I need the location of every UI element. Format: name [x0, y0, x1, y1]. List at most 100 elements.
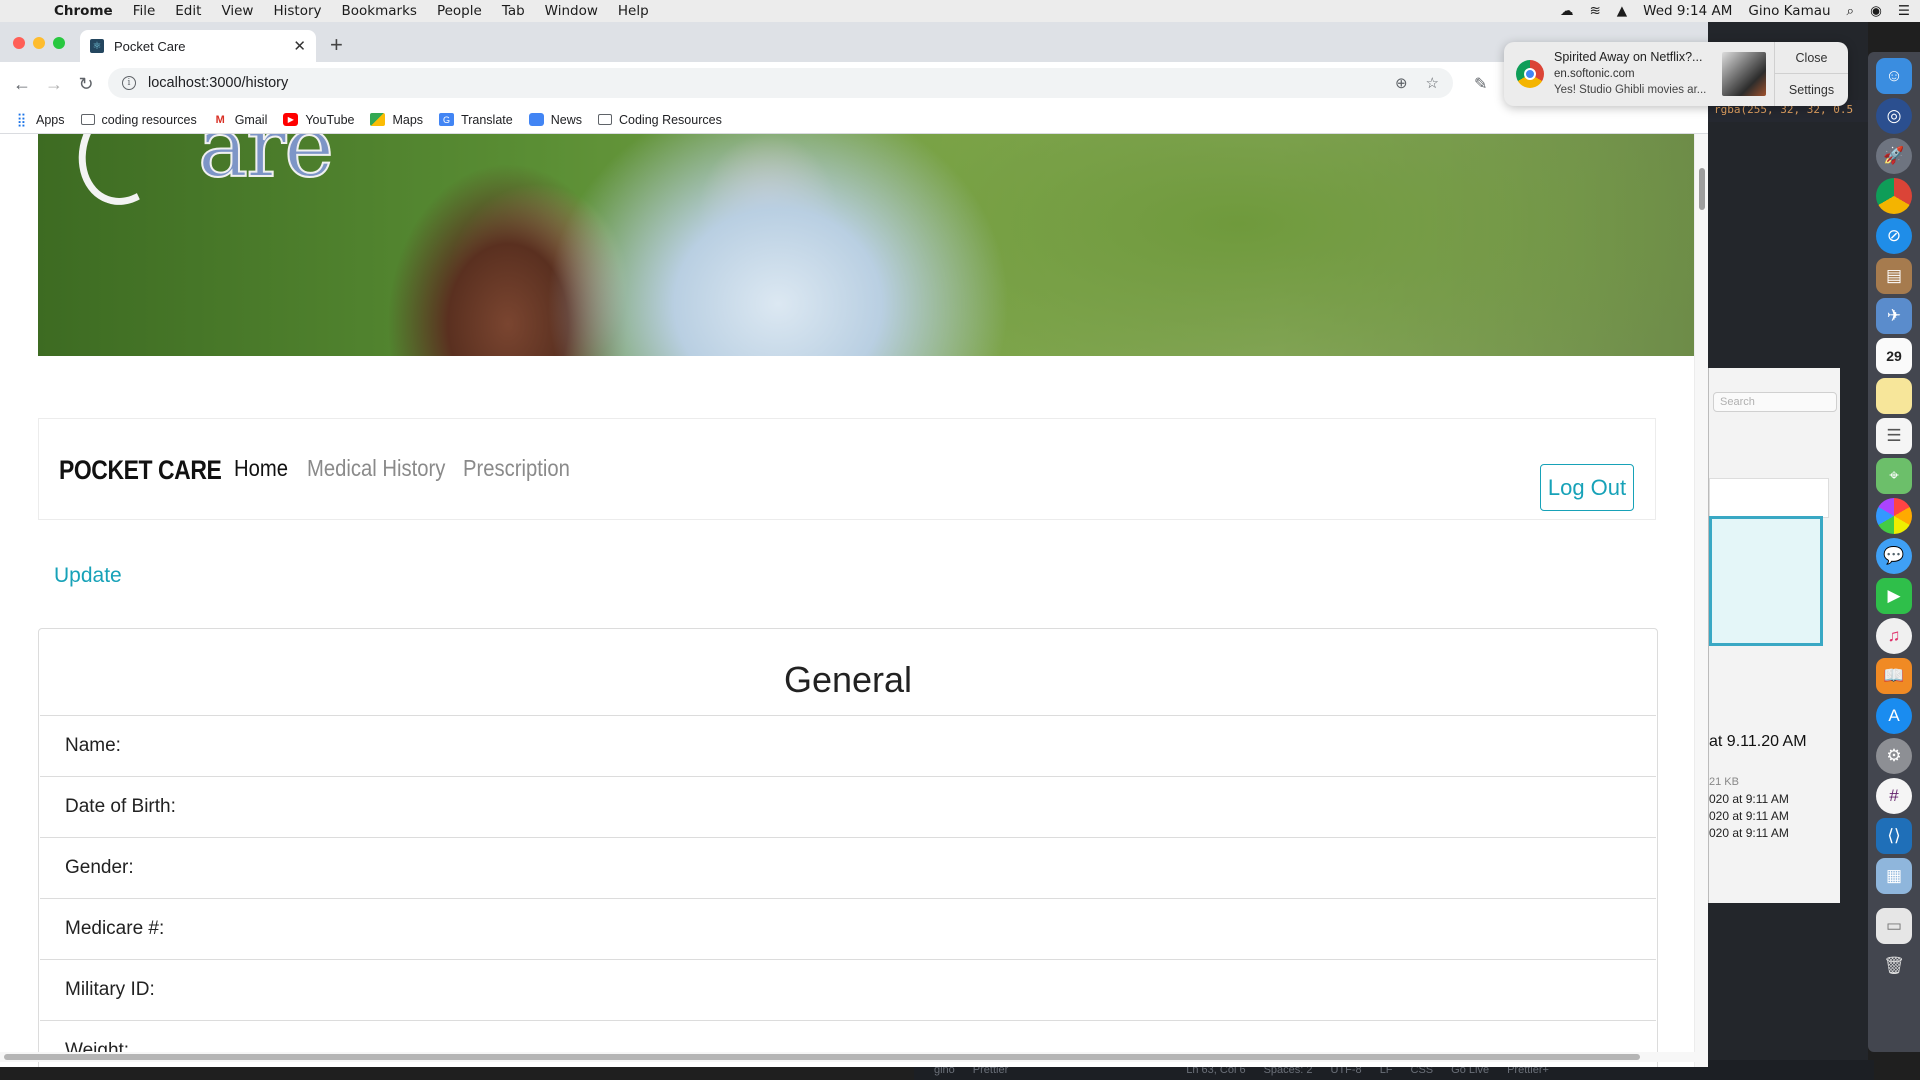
site-info-icon[interactable]: i [122, 76, 136, 90]
image-capture-dock-icon[interactable]: ▦ [1876, 858, 1912, 894]
address-bar-url[interactable]: localhost:3000/history [148, 75, 1377, 91]
address-bar[interactable]: i localhost:3000/history ⊕ ☆ [108, 68, 1453, 98]
field-medicare-number: Medicare #: [40, 899, 1656, 960]
notification-settings-button[interactable]: Settings [1775, 74, 1848, 106]
menu-bookmarks[interactable]: Bookmarks [342, 3, 417, 19]
logout-button[interactable]: Log Out [1540, 464, 1634, 511]
trash-dock-icon[interactable]: 🗑 [1876, 948, 1912, 984]
hero-banner-image: are [38, 134, 1694, 356]
bookmark-label: Translate [461, 112, 513, 127]
zoom-icon[interactable]: ⊕ [1395, 74, 1408, 92]
bookmark-youtube[interactable]: ▶ YouTube [283, 113, 354, 127]
horizontal-scrollbar[interactable] [0, 1052, 1708, 1062]
menu-file[interactable]: File [133, 3, 156, 19]
menu-tab[interactable]: Tab [502, 3, 525, 19]
slack-dock-icon[interactable]: # [1876, 778, 1912, 814]
contacts-dock-icon[interactable]: ▤ [1876, 258, 1912, 294]
vertical-scrollbar[interactable] [1694, 134, 1708, 1067]
window-minimize-button[interactable] [33, 37, 45, 49]
launchpad-dock-icon[interactable]: 🚀 [1876, 138, 1912, 174]
chrome-notification[interactable]: Spirited Away on Netflix?... en.softonic… [1504, 42, 1848, 106]
menu-user-name[interactable]: Gino Kamau [1748, 3, 1830, 19]
airplay-icon[interactable]: ▲ [1617, 3, 1627, 19]
messages-dock-icon[interactable]: 💬 [1876, 538, 1912, 574]
bookmark-label: Gmail [234, 112, 268, 127]
downloads-stack-dock-icon[interactable]: ▭ [1876, 908, 1912, 944]
nav-link-medical-history[interactable]: Medical History [307, 455, 445, 482]
notification-thumbnail [1722, 52, 1766, 96]
extension-pen-icon[interactable]: ✎ [1474, 74, 1487, 94]
siri-dock-icon[interactable]: ◎ [1876, 98, 1912, 134]
tab-pocket-care[interactable]: ⚛ Pocket Care ✕ [80, 30, 316, 62]
bookmark-news[interactable]: News [528, 113, 582, 127]
menu-edit[interactable]: Edit [175, 3, 201, 19]
siri-icon[interactable]: ◉ [1870, 3, 1882, 19]
creative-cloud-icon[interactable]: ☁ [1560, 3, 1574, 19]
bookmark-apps[interactable]: ⣿ Apps [14, 111, 65, 127]
facetime-dock-icon[interactable]: ▶ [1876, 578, 1912, 614]
window-zoom-button[interactable] [53, 37, 65, 49]
forward-arrow-icon[interactable]: → [38, 74, 70, 95]
tab-close-icon[interactable]: ✕ [293, 37, 306, 55]
bookmark-star-icon[interactable]: ☆ [1426, 74, 1439, 92]
bookmark-gmail[interactable]: M Gmail [213, 113, 268, 127]
notification-source: en.softonic.com [1554, 68, 1635, 80]
finder-file-title: at 9.11.20 AM [1709, 733, 1807, 750]
menu-app-name[interactable]: Chrome [54, 3, 113, 19]
bookmark-maps[interactable]: Maps [370, 113, 423, 127]
update-link[interactable]: Update [54, 564, 122, 588]
gmail-icon: M [215, 113, 225, 126]
general-info-card: General Name: Date of Birth: Gender: Med… [38, 628, 1658, 1067]
nav-link-prescription[interactable]: Prescription [463, 455, 570, 482]
chrome-dock-icon[interactable] [1876, 178, 1912, 214]
menu-people[interactable]: People [437, 3, 482, 19]
bookmark-coding-resources-folder-2[interactable]: Coding Resources [597, 113, 722, 127]
nav-link-home[interactable]: Home [234, 455, 288, 482]
wifi-icon[interactable]: ≋ [1589, 3, 1600, 19]
menu-history[interactable]: History [273, 3, 321, 19]
system-preferences-dock-icon[interactable]: ⚙ [1876, 738, 1912, 774]
notification-center-icon[interactable]: ☰ [1898, 3, 1910, 19]
folder-icon [597, 114, 612, 125]
finder-dock-icon[interactable]: ☺ [1876, 58, 1912, 94]
maps-dock-icon[interactable]: ⌖ [1876, 458, 1912, 494]
preview-dock-icon[interactable]: ✈ [1876, 298, 1912, 334]
new-tab-button[interactable]: + [330, 32, 343, 58]
bookmark-label: Apps [36, 112, 65, 127]
bookmark-coding-resources-folder[interactable]: coding resources [80, 113, 197, 127]
field-military-id: Military ID: [40, 960, 1656, 1021]
photos-dock-icon[interactable] [1876, 498, 1912, 534]
window-close-button[interactable] [13, 37, 25, 49]
finder-search-input[interactable]: Search [1713, 392, 1837, 412]
youtube-icon: ▶ [283, 113, 299, 126]
site-navbar: POCKET CARE Home Medical History Prescri… [38, 418, 1656, 520]
spotlight-search-icon[interactable]: ⌕ [1847, 3, 1855, 19]
apps-grid-icon: ⣿ [16, 111, 27, 127]
tab-title: Pocket Care [114, 38, 186, 54]
reload-icon[interactable]: ↻ [70, 74, 102, 95]
chrome-window: ⚛ Pocket Care ✕ + ← → ↻ i localhost:3000… [0, 22, 1708, 1067]
menu-clock[interactable]: Wed 9:14 AM [1643, 3, 1732, 19]
news-icon [528, 113, 544, 126]
notification-close-button[interactable]: Close [1775, 42, 1848, 74]
vertical-scrollbar-thumb[interactable] [1699, 168, 1705, 210]
horizontal-scrollbar-thumb[interactable] [4, 1054, 1640, 1060]
safari-dock-icon[interactable]: ⊘ [1876, 218, 1912, 254]
finder-preview-thumbnail[interactable] [1709, 516, 1823, 646]
menu-help[interactable]: Help [618, 3, 649, 19]
itunes-dock-icon[interactable]: ♫ [1876, 618, 1912, 654]
reminders-dock-icon[interactable]: ☰ [1876, 418, 1912, 454]
books-dock-icon[interactable]: 📖 [1876, 658, 1912, 694]
navbar-brand[interactable]: POCKET CARE [59, 455, 222, 486]
field-name: Name: [40, 716, 1656, 777]
app-store-dock-icon[interactable]: A [1876, 698, 1912, 734]
bookmark-translate[interactable]: G Translate [439, 113, 513, 127]
field-gender: Gender: [40, 838, 1656, 899]
vscode-dock-icon[interactable]: ⟨⟩ [1876, 818, 1912, 854]
menu-view[interactable]: View [221, 3, 253, 19]
back-arrow-icon[interactable]: ← [6, 74, 38, 95]
notes-dock-icon[interactable] [1876, 378, 1912, 414]
translate-icon: G [439, 113, 455, 126]
menu-window[interactable]: Window [545, 3, 598, 19]
calendar-dock-icon[interactable]: 29 [1876, 338, 1912, 374]
